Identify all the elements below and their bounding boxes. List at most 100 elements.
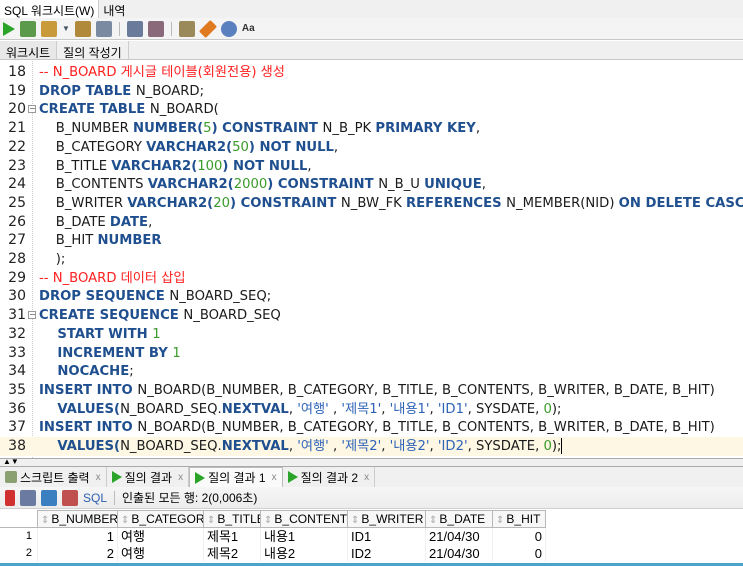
result-tab[interactable]: 스크립트 출력 x — [0, 467, 107, 487]
sort-icon[interactable]: ⇕ — [41, 515, 49, 526]
number-token: 1 — [152, 326, 161, 342]
clear-results-icon[interactable] — [62, 489, 78, 506]
code-line[interactable]: 24 B_CONTENTS VARCHAR2(2000) CONSTRAINT … — [0, 175, 743, 194]
close-tab-icon[interactable]: x — [178, 472, 183, 483]
code-line[interactable]: 20− CREATE TABLE N_BOARD( — [0, 100, 743, 119]
table-cell[interactable]: ID1 — [348, 528, 426, 545]
fold-toggle-icon[interactable]: − — [28, 105, 36, 114]
menu-sql-worksheet[interactable]: SQL 워크시트(W) — [0, 0, 100, 18]
code-line[interactable]: 33 INCREMENT BY 1 — [0, 344, 743, 363]
line-number: 36 — [8, 400, 26, 417]
close-tab-icon[interactable]: x — [272, 472, 277, 483]
autotrace-icon[interactable] — [95, 20, 112, 37]
identifier-token: N_BOARD_SEQ. — [120, 439, 222, 454]
code-line[interactable]: 29 -- N_BOARD 데이터 삽입 — [0, 269, 743, 288]
table-cell[interactable]: 2 — [38, 545, 118, 562]
fold-toggle-icon[interactable]: − — [28, 311, 36, 320]
identifier-token: ); — [39, 252, 66, 267]
code-line[interactable]: 36 VALUES(N_BOARD_SEQ.NEXTVAL, '여행' , '제… — [0, 400, 743, 419]
explain-plan-icon[interactable] — [74, 20, 91, 37]
code-line[interactable]: 38 VALUES(N_BOARD_SEQ.NEXTVAL, '여행' , '제… — [0, 437, 743, 456]
code-line[interactable]: 18 -- N_BOARD 게시글 테이블(회원전용) 생성 — [0, 63, 743, 82]
sql-button[interactable]: SQL — [83, 491, 107, 505]
code-line[interactable]: 22 B_CATEGORY VARCHAR2(50) NOT NULL, — [0, 138, 743, 157]
code-line[interactable]: 25 B_WRITER VARCHAR2(20) CONSTRAINT N_BW… — [0, 194, 743, 213]
code-line[interactable]: 30 DROP SEQUENCE N_BOARD_SEQ; — [0, 287, 743, 306]
identifier-token: , — [429, 401, 438, 417]
line-number: 24 — [8, 176, 26, 193]
identifier-token: , — [481, 177, 486, 193]
print-icon[interactable] — [20, 489, 36, 506]
table-cell[interactable]: 0 — [493, 545, 546, 562]
sort-icon[interactable]: ⇕ — [496, 515, 504, 526]
code-line[interactable]: 35 INSERT INTO N_BOARD(B_NUMBER, B_CATEGO… — [0, 381, 743, 400]
line-number: 29 — [8, 269, 26, 286]
sql-tuning-icon[interactable] — [178, 20, 195, 37]
identifier-token: , SYSDATE, — [467, 439, 544, 454]
format-icon[interactable]: Aa — [242, 23, 255, 34]
sort-icon[interactable]: ⇕ — [351, 515, 359, 526]
column-header[interactable]: ⇕ B_TITLE — [204, 510, 261, 528]
run-statement-icon[interactable] — [3, 21, 15, 36]
sort-icon[interactable]: ⇕ — [264, 515, 272, 526]
column-header[interactable]: ⇕ B_NUMBER — [38, 510, 118, 528]
code-line[interactable]: 19 DROP TABLE N_BOARD; — [0, 82, 743, 101]
column-header[interactable]: ⇕ B_CONTENTS — [261, 510, 348, 528]
table-cell[interactable]: ID2 — [348, 545, 426, 562]
identifier-token: , — [328, 401, 342, 417]
code-line[interactable]: 34 NOCACHE; — [0, 362, 743, 381]
column-header[interactable]: ⇕ B_WRITER — [348, 510, 426, 528]
sort-icon[interactable]: ⇕ — [121, 515, 129, 526]
code-line[interactable]: 21 B_NUMBER NUMBER(5) CONSTRAINT N_B_PK … — [0, 119, 743, 138]
table-row[interactable]: 2 2 여행 제목2 내용2 ID2 21/04/30 0 — [0, 545, 743, 562]
code-line[interactable]: 37 INSERT INTO N_BOARD(B_NUMBER, B_CATEGO… — [0, 418, 743, 437]
table-cell[interactable]: 제목1 — [204, 528, 261, 545]
sort-icon[interactable]: ⇕ — [207, 515, 215, 526]
table-cell[interactable]: 21/04/30 — [426, 528, 493, 545]
sort-icon[interactable]: ⇕ — [429, 515, 437, 526]
identifier-token: , — [475, 121, 481, 137]
number-token: 1 — [172, 345, 181, 361]
commit-icon[interactable] — [41, 20, 57, 37]
refresh-icon[interactable] — [41, 489, 57, 506]
table-cell[interactable]: 여행 — [118, 545, 204, 562]
panel-splitter[interactable]: ▲▼ — [0, 458, 743, 467]
code-line[interactable]: 26 B_DATE DATE, — [0, 213, 743, 232]
code-line[interactable]: 28 ); — [0, 250, 743, 269]
clear-icon[interactable] — [198, 19, 217, 38]
result-tab[interactable]: 질의 결과 x — [107, 467, 190, 487]
table-cell[interactable]: 내용1 — [261, 528, 348, 545]
table-cell[interactable]: 1 — [38, 528, 118, 545]
tab-worksheet[interactable]: 워크시트 — [0, 41, 58, 60]
sql-editor[interactable]: 18 -- N_BOARD 게시글 테이블(회원전용) 생성 19 DROP TABL… — [0, 61, 743, 458]
history-icon[interactable] — [220, 20, 237, 37]
code-line[interactable]: 27 B_HIT NUMBER — [0, 231, 743, 250]
column-header[interactable]: ⇕B_CATEGORY — [118, 510, 204, 528]
column-header[interactable]: ⇕ B_HIT — [493, 510, 546, 528]
code-text: DROP SEQUENCE N_BOARD_SEQ; — [39, 287, 271, 306]
code-line[interactable]: 23 B_TITLE VARCHAR2(100) NOT NULL, — [0, 157, 743, 176]
column-header[interactable]: ⇕ B_DATE — [426, 510, 493, 528]
code-text: ); — [39, 250, 66, 269]
run-script-icon[interactable] — [20, 20, 36, 37]
table-cell[interactable]: 0 — [493, 528, 546, 545]
tab-query-builder[interactable]: 질의 작성기 — [57, 41, 129, 60]
table-cell[interactable]: 내용2 — [261, 545, 348, 562]
rollback-icon[interactable] — [147, 20, 164, 37]
result-tab[interactable]: 질의 결과 1 x — [189, 467, 283, 487]
table-cell[interactable]: 21/04/30 — [426, 545, 493, 562]
result-tab-label: 스크립트 출력 — [20, 470, 90, 485]
result-tab[interactable]: 질의 결과 2 x — [283, 467, 376, 487]
pin-icon[interactable] — [5, 489, 15, 506]
code-line[interactable]: 31− CREATE SEQUENCE N_BOARD_SEQ — [0, 306, 743, 325]
close-tab-icon[interactable]: x — [364, 472, 369, 483]
commit-transaction-icon[interactable] — [126, 20, 143, 37]
close-tab-icon[interactable]: x — [96, 472, 101, 483]
keyword-token: PRIMARY KEY — [375, 121, 476, 137]
table-row[interactable]: 1 1 여행 제목1 내용1 ID1 21/04/30 0 — [0, 528, 743, 545]
dropdown-icon[interactable]: ▼ — [62, 24, 70, 33]
table-cell[interactable]: 여행 — [118, 528, 204, 545]
table-cell[interactable]: 제목2 — [204, 545, 261, 562]
code-line[interactable]: 32 START WITH 1 — [0, 325, 743, 344]
menu-history[interactable]: 내역 — [99, 0, 129, 18]
